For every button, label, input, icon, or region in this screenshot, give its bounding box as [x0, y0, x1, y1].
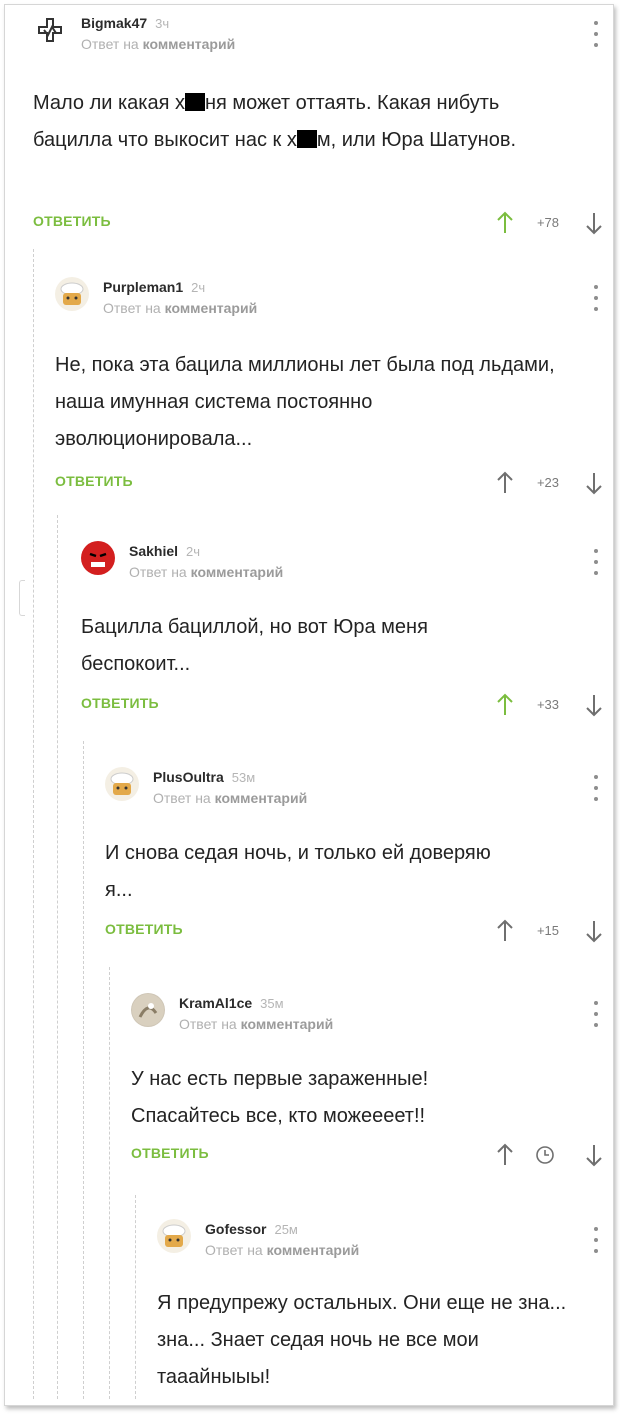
chef-avatar-icon[interactable]	[55, 277, 89, 311]
comment-text: Я предупрежу остальных. Они еще не зна..…	[157, 1292, 567, 1388]
comment-2: Purpleman1 2ч Ответ на комментарий Не, по…	[55, 277, 613, 507]
censor-block	[185, 93, 205, 111]
timestamp: 3ч	[155, 16, 170, 31]
timestamp: 53м	[231, 770, 256, 785]
reply-target-link[interactable]: комментарий	[267, 1242, 360, 1258]
username[interactable]: Gofessor 25м	[205, 1221, 298, 1237]
timestamp: 35м	[260, 996, 284, 1011]
reply-button[interactable]: ОТВЕТИТЬ	[81, 695, 159, 711]
clock-icon	[536, 1146, 554, 1164]
comment-header: Sakhiel 2ч Ответ на комментарий	[81, 541, 613, 591]
more-vertical-icon[interactable]	[593, 1001, 599, 1027]
more-vertical-icon[interactable]	[593, 1227, 599, 1253]
reply-meta: Ответ на комментарий	[129, 564, 284, 580]
arrow-down-icon[interactable]	[584, 1143, 604, 1167]
thread-line	[33, 249, 34, 1399]
timestamp: 25м	[274, 1222, 298, 1237]
reply-target-link[interactable]: комментарий	[241, 1016, 334, 1032]
arrow-down-icon[interactable]	[584, 211, 604, 235]
comment-6: Gofessor 25м Ответ на комментарий Я преду…	[157, 1219, 613, 1405]
reply-button[interactable]: ОТВЕТИТЬ	[105, 921, 183, 937]
arrow-down-icon[interactable]	[584, 919, 604, 943]
comment-footer: ОТВЕТИТЬ	[131, 1141, 613, 1171]
timestamp: 2ч	[186, 544, 201, 559]
comment-1: Bigmak47 3ч Ответ на комментарий Мало ли …	[33, 13, 613, 243]
rating-value: +78	[536, 215, 560, 230]
comment-text: Мало ли какая х ня может оттаять. Какая н…	[33, 92, 517, 151]
rating-value: +33	[536, 697, 560, 712]
comment-text: Бацилла бациллой, но вот Юра меня беспок…	[81, 616, 428, 675]
arrow-up-icon[interactable]	[495, 471, 515, 495]
comment-header: KramAl1ce 35м Ответ на комментарий	[131, 993, 613, 1043]
comment-header: Purpleman1 2ч Ответ на комментарий	[55, 277, 613, 327]
reply-prefix: Ответ на	[81, 36, 139, 52]
reply-target-link[interactable]: комментарий	[165, 300, 258, 316]
comment-header: Gofessor 25м Ответ на комментарий	[157, 1219, 613, 1269]
comment-footer: ОТВЕТИТЬ +15	[105, 917, 613, 947]
comment-header: PlusOultra 53м Ответ на комментарий	[105, 767, 613, 817]
arrow-down-icon[interactable]	[584, 471, 604, 495]
more-vertical-icon[interactable]	[593, 775, 599, 801]
reply-meta: Ответ на комментарий	[81, 36, 235, 52]
reply-meta: Ответ на комментарий	[179, 1016, 334, 1032]
comment-text: Не, пока эта бацила миллионы лет была по…	[55, 354, 555, 450]
reply-target-link[interactable]: комментарий	[143, 36, 236, 52]
comment-footer: ОТВЕТИТЬ +33	[81, 691, 613, 721]
arrow-up-icon[interactable]	[495, 693, 515, 717]
more-vertical-icon[interactable]	[593, 285, 599, 311]
thread-line	[83, 741, 84, 1399]
username[interactable]: PlusOultra 53м	[153, 769, 255, 785]
comment-3: Sakhiel 2ч Ответ на комментарий Бацилла б…	[81, 541, 613, 741]
rating-value: +15	[536, 923, 560, 938]
username-text[interactable]: Bigmak47	[81, 15, 147, 31]
thread-line	[109, 967, 110, 1399]
reply-target-link[interactable]: комментарий	[191, 564, 284, 580]
timestamp: 2ч	[191, 280, 206, 295]
thread-collapse-handle[interactable]	[19, 580, 25, 616]
more-vertical-icon[interactable]	[593, 21, 599, 47]
username[interactable]: Sakhiel 2ч	[129, 543, 200, 559]
comment-text: И снова седая ночь, и только ей доверяю …	[105, 842, 491, 901]
more-vertical-icon[interactable]	[593, 549, 599, 575]
arrow-up-icon[interactable]	[495, 211, 515, 235]
comment-5: KramAl1ce 35м Ответ на комментарий У нас …	[131, 993, 613, 1193]
arrow-up-icon[interactable]	[495, 919, 515, 943]
reply-button[interactable]: ОТВЕТИТЬ	[33, 213, 111, 229]
arrow-down-icon[interactable]	[584, 693, 604, 717]
cat-avatar-icon[interactable]	[131, 993, 165, 1027]
comment-4: PlusOultra 53м Ответ на комментарий И сно…	[105, 767, 613, 967]
chef-avatar-icon[interactable]	[105, 767, 139, 801]
censor-block	[296, 130, 317, 148]
reply-button[interactable]: ОТВЕТИТЬ	[55, 473, 133, 489]
reply-meta: Ответ на комментарий	[153, 790, 308, 806]
devil-avatar-icon[interactable]	[81, 541, 115, 575]
rammstein-logo-icon[interactable]	[33, 13, 67, 47]
reply-target-link[interactable]: комментарий	[215, 790, 308, 806]
reply-button[interactable]: ОТВЕТИТЬ	[131, 1145, 209, 1161]
rating-value: +23	[536, 475, 560, 490]
username[interactable]: Bigmak47 3ч	[81, 15, 169, 31]
arrow-up-icon[interactable]	[495, 1143, 515, 1167]
comment-footer: ОТВЕТИТЬ +78	[33, 209, 613, 239]
thread-line	[135, 1195, 136, 1399]
reply-meta: Ответ на комментарий	[205, 1242, 360, 1258]
username[interactable]: KramAl1ce 35м	[179, 995, 284, 1011]
thread-line	[57, 515, 58, 1399]
username[interactable]: Purpleman1 2ч	[103, 279, 205, 295]
comment-text: У нас есть первые зараженные! Спасайтесь…	[131, 1068, 429, 1127]
reply-meta: Ответ на комментарий	[103, 300, 258, 316]
comment-footer: ОТВЕТИТЬ +23	[55, 469, 613, 499]
chef-avatar-icon[interactable]	[157, 1219, 191, 1253]
comment-header: Bigmak47 3ч Ответ на комментарий	[33, 13, 613, 63]
comment-thread: Bigmak47 3ч Ответ на комментарий Мало ли …	[4, 4, 614, 1406]
